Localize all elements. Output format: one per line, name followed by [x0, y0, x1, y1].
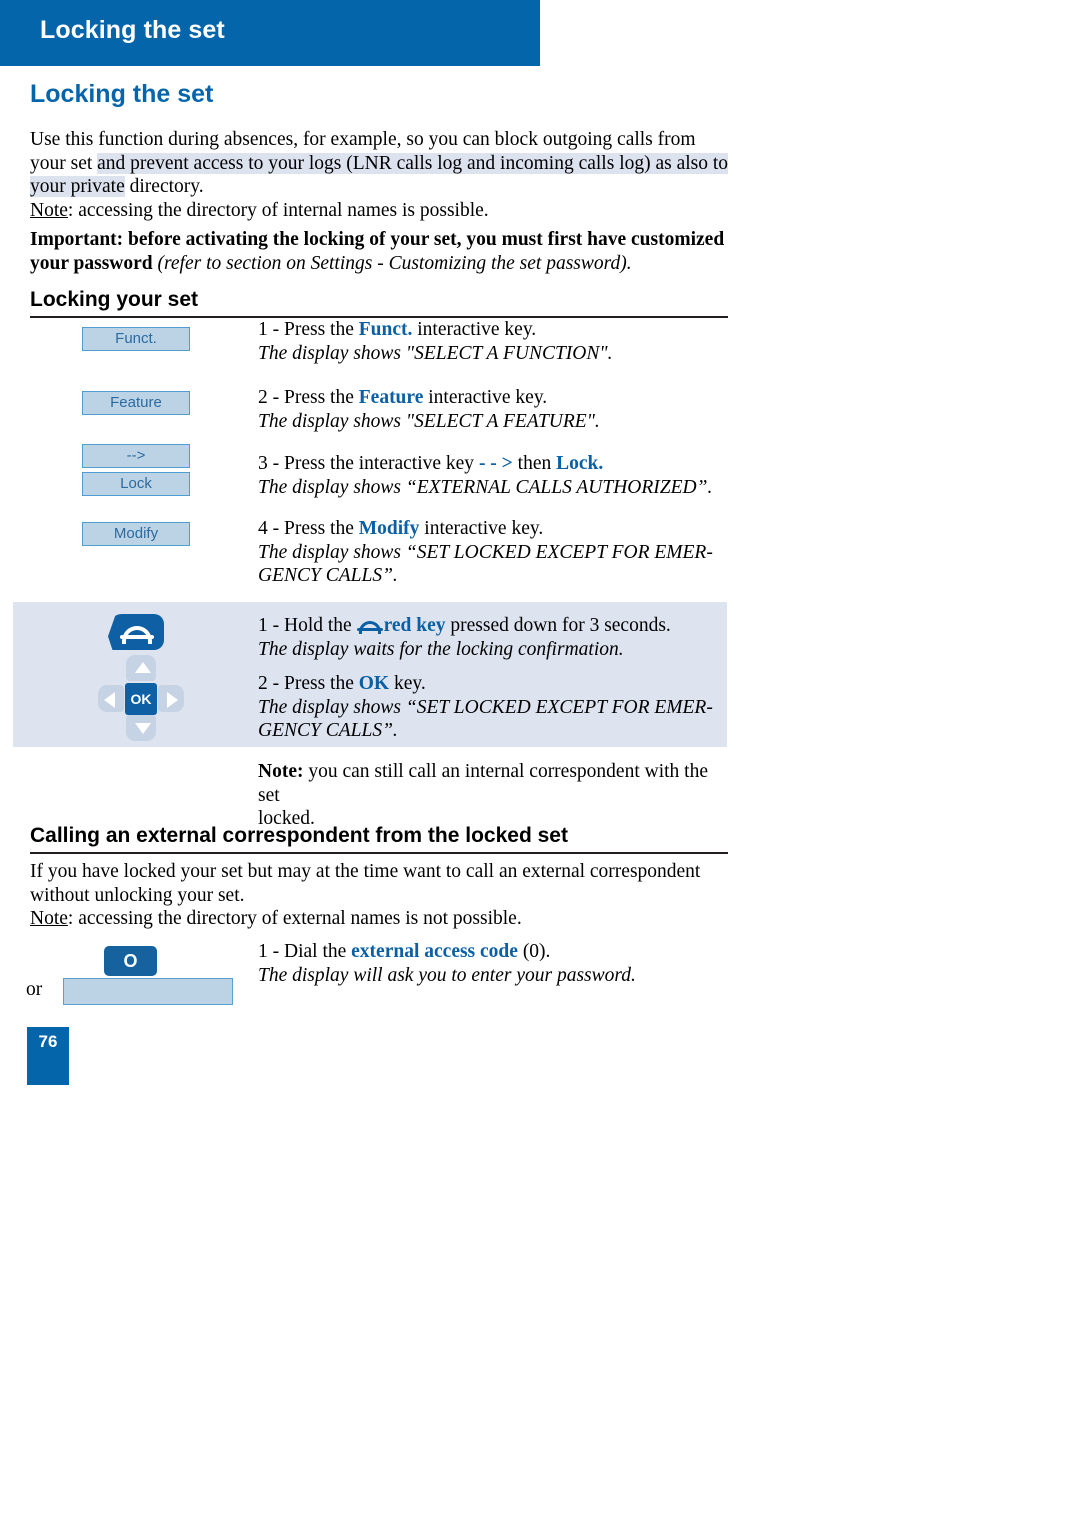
- key-button-funct[interactable]: Funct.: [82, 327, 190, 351]
- section-heading-calling-external: Calling an external correspondent from t…: [30, 824, 568, 847]
- chevron-left-icon: [104, 692, 115, 708]
- red-key-icon[interactable]: [108, 614, 164, 650]
- step-2-display: The display shows "SELECT A FEATURE".: [258, 410, 600, 432]
- dial-step-pre: Dial the: [284, 941, 352, 962]
- chevron-up-icon: [135, 662, 151, 673]
- step-2-key: Feature: [358, 387, 424, 408]
- note-set-locked: Note: you can still call an internal cor…: [258, 760, 728, 831]
- panel-step-1-display: The display waits for the locking confir…: [258, 638, 624, 660]
- step-2-post: interactive key.: [423, 387, 548, 408]
- dial-step-display: The display will ask you to enter your p…: [258, 964, 636, 986]
- step-1-display: The display shows "SELECT A FUNCTION".: [258, 342, 613, 364]
- panel-step-2-display-line-1: The display shows “SET LOCKED EXCEPT FOR…: [258, 696, 713, 718]
- step-3-number: 3 -: [258, 453, 284, 474]
- intro-note-text: : accessing the directory of internal na…: [67, 199, 489, 221]
- calling-body-paragraph: If you have locked your set but may at t…: [30, 860, 730, 931]
- navigation-pad[interactable]: OK: [98, 655, 184, 741]
- step-1-key: Funct.: [358, 319, 413, 340]
- step-3-key2: Lock.: [556, 453, 604, 474]
- key-button-lock[interactable]: Lock: [82, 472, 190, 496]
- step-3-key: - - >: [478, 453, 513, 474]
- key-button-blank[interactable]: [63, 978, 233, 1005]
- panel-step-2-key: OK: [358, 673, 390, 694]
- step-2-number: 2 -: [258, 387, 284, 408]
- panel-step-2-text: 2 - Press the OK key. The display shows …: [258, 672, 738, 743]
- important-italic: (refer to section on Settings - Customiz…: [152, 252, 632, 274]
- chapter-title: Locking the set: [30, 80, 214, 108]
- red-key-body: [108, 614, 164, 650]
- key-button-arrow[interactable]: -->: [82, 444, 190, 468]
- intro-note-label: Note: [30, 199, 68, 221]
- chevron-right-icon: [167, 692, 178, 708]
- inline-red-key-icon: [356, 621, 383, 634]
- step-4-display-line-2: GENCY CALLS”.: [258, 565, 398, 586]
- step-2-text: 2 - Press the Feature interactive key. T…: [258, 386, 728, 433]
- panel-step-2-pre: Press the: [284, 673, 359, 694]
- panel-step-2-display-line-2: GENCY CALLS”.: [258, 720, 398, 741]
- panel-step-1-text: 1 - Hold the red key pressed down for 3 …: [258, 614, 738, 661]
- step-1-pre: Press the: [284, 319, 359, 340]
- dial-step-post: (0).: [517, 941, 551, 962]
- page-number: 76: [27, 1027, 69, 1085]
- step-1-post: interactive key.: [412, 319, 537, 340]
- important-notice: Important: before activating the locking…: [30, 228, 730, 275]
- section-heading-locking-your-set: Locking your set: [30, 288, 199, 311]
- step-2-pre: Press the: [284, 387, 359, 408]
- intro-line-3: directory.: [129, 176, 204, 197]
- step-4-post: interactive key.: [419, 518, 544, 539]
- step-3-display: The display shows “EXTERNAL CALLS AUTHOR…: [258, 476, 713, 498]
- running-head-banner: Locking the set: [0, 0, 540, 66]
- handset-glyph: [120, 626, 154, 644]
- or-label: or: [26, 979, 43, 1000]
- step-4-text: 4 - Press the Modify interactive key. Th…: [258, 517, 728, 588]
- chevron-down-icon: [135, 723, 151, 734]
- step-4-key: Modify: [358, 518, 420, 539]
- panel-step-2-post: key.: [389, 673, 426, 694]
- calling-body-line-2: unlocking your set.: [94, 884, 245, 906]
- step-4-display-line-1: The display shows “SET LOCKED EXCEPT FOR…: [258, 541, 713, 563]
- step-4-pre: Press the: [284, 518, 359, 539]
- step-4-number: 4 -: [258, 518, 284, 539]
- key-button-feature[interactable]: Feature: [82, 391, 190, 415]
- note-set-locked-line-1: you can still call an internal correspon…: [258, 761, 708, 806]
- dial-step-text: 1 - Dial the external access code (0). T…: [258, 940, 738, 987]
- key-button-zero[interactable]: O: [104, 946, 157, 976]
- note-set-locked-label: Note:: [258, 761, 304, 782]
- panel-step-1-key: red key: [383, 615, 446, 636]
- calling-note-text: : accessing the directory of external na…: [67, 908, 522, 929]
- running-head-title: Locking the set: [40, 16, 225, 44]
- panel-step-1-pre: Hold the: [284, 615, 357, 636]
- step-3-mid: then: [512, 453, 557, 474]
- dial-step-key: external access code: [351, 941, 518, 962]
- step-1-text: 1 - Press the Funct. interactive key. Th…: [258, 318, 728, 365]
- section-rule-calling-external: [30, 852, 728, 854]
- calling-note-label: Note: [30, 908, 68, 929]
- panel-step-2-number: 2 -: [258, 673, 284, 694]
- ok-button[interactable]: OK: [125, 683, 157, 715]
- key-button-modify[interactable]: Modify: [82, 522, 190, 546]
- panel-step-1-post: pressed down for 3 seconds.: [445, 615, 671, 636]
- step-1-number: 1 -: [258, 319, 284, 340]
- panel-step-1-number: 1 -: [258, 615, 284, 636]
- dial-step-number: 1 -: [258, 941, 284, 962]
- step-3-text: 3 - Press the interactive key - - > then…: [258, 452, 728, 499]
- intro-paragraph: Use this function during absences, for e…: [30, 128, 730, 222]
- step-3-pre: Press the interactive key: [284, 453, 479, 474]
